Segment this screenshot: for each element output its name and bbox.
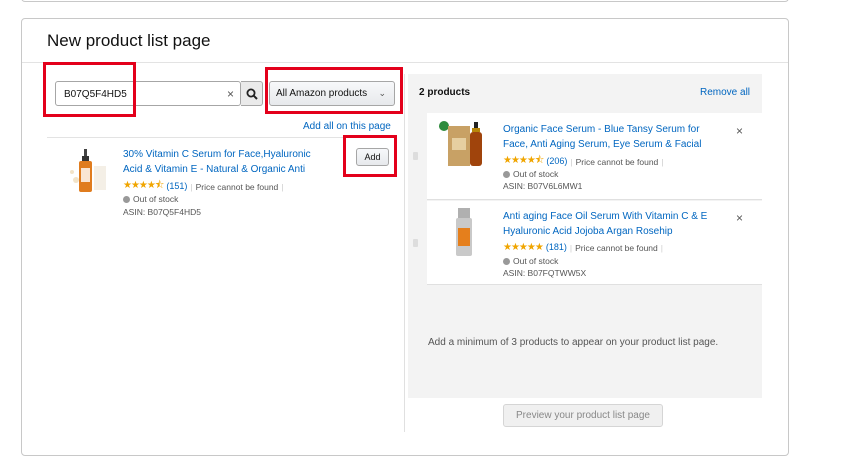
product-image <box>438 118 490 170</box>
search-icon <box>246 88 258 100</box>
highlight-box-add <box>343 135 397 177</box>
selected-count: 2 products <box>419 87 471 98</box>
stock-status: Out of stock <box>123 194 178 204</box>
close-icon[interactable]: × <box>736 124 743 138</box>
star-rating-icon: ★★★★⯪ <box>503 155 544 166</box>
page-title: New product list page <box>47 31 211 50</box>
selected-item-title[interactable]: Anti aging Face Oil Serum With Vitamin C… <box>503 209 707 239</box>
product-image <box>440 206 488 258</box>
remove-all-link[interactable]: Remove all <box>700 87 750 98</box>
preview-button[interactable]: Preview your product list page <box>503 404 663 427</box>
result-title[interactable]: 30% Vitamin C Serum for Face,Hyaluronic … <box>123 147 311 177</box>
previous-card <box>21 0 789 2</box>
review-count-link[interactable]: (206) <box>546 154 567 169</box>
selected-item-rating-row: ★★★★⯪ (206) | Price cannot be found | <box>503 153 664 170</box>
drag-handle-icon[interactable] <box>413 239 418 247</box>
stock-status: Out of stock <box>503 256 558 266</box>
highlight-box-dropdown <box>265 67 403 114</box>
result-rating-row: ★★★★⯪ (151) | Price cannot be found | <box>123 178 284 195</box>
review-count-link[interactable]: (151) <box>166 179 187 194</box>
results-divider <box>47 137 392 138</box>
close-icon[interactable]: × <box>227 86 234 102</box>
highlight-box-search <box>43 62 136 117</box>
drag-handle-icon[interactable] <box>413 152 418 160</box>
selected-item-rating-row: ★★★★★ (181) | Price cannot be found | <box>503 240 663 255</box>
selected-item-title[interactable]: Organic Face Serum - Blue Tansy Serum fo… <box>503 122 701 152</box>
search-button[interactable] <box>241 81 263 106</box>
info-icon <box>123 195 130 203</box>
price-text: Price cannot be found <box>195 181 279 192</box>
info-icon <box>503 170 510 178</box>
close-icon[interactable]: × <box>736 211 743 225</box>
star-rating-icon: ★★★★⯪ <box>123 180 164 191</box>
star-rating-icon: ★★★★★ <box>503 242 544 253</box>
result-asin: ASIN: B07Q5F4HD5 <box>123 207 201 217</box>
price-text: Price cannot be found <box>575 242 658 253</box>
price-text: Price cannot be found <box>575 156 659 167</box>
review-count-link[interactable]: (181) <box>546 240 567 255</box>
selected-item-asin: ASIN: B07FQTWW5X <box>503 268 587 278</box>
selected-item-asin: ASIN: B07V6L6MW1 <box>503 181 583 191</box>
title-divider <box>22 62 788 63</box>
product-image <box>62 146 112 196</box>
stock-status: Out of stock <box>503 169 558 179</box>
info-icon <box>503 257 510 265</box>
minimum-products-note: Add a minimum of 3 products to appear on… <box>428 337 719 348</box>
panel-divider <box>404 74 405 432</box>
add-all-link[interactable]: Add all on this page <box>303 121 391 132</box>
